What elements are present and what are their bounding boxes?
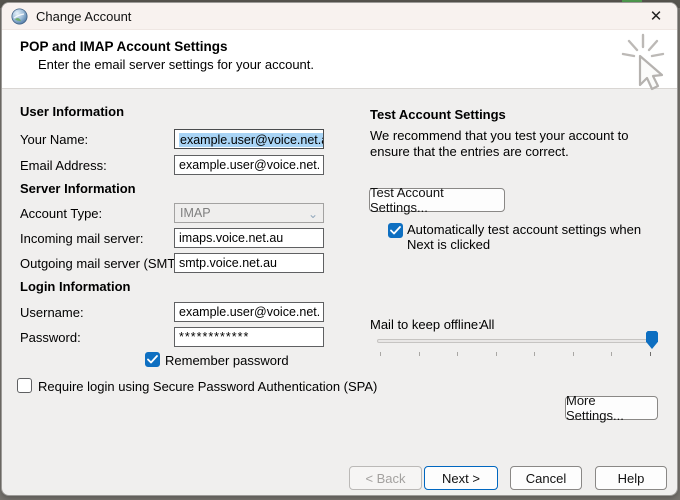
remember-password-checkbox[interactable] [145, 352, 160, 367]
slider-tick [496, 352, 497, 356]
remember-password-label[interactable]: Remember password [165, 353, 289, 368]
test-account-settings-button[interactable]: Test Account Settings... [369, 188, 505, 212]
close-icon[interactable]: ✕ [641, 5, 671, 27]
test-description: We recommend that you test your account … [370, 128, 666, 160]
back-button: < Back [349, 466, 422, 490]
mouse-cursor-click-graphic [612, 30, 674, 92]
outgoing-server-label: Outgoing mail server (SMTP): [20, 256, 192, 271]
section-server-information: Server Information [20, 181, 136, 196]
window-title: Change Account [36, 9, 131, 24]
spa-checkbox[interactable] [17, 378, 32, 393]
username-input[interactable] [174, 302, 324, 322]
account-type-value: IMAP [180, 206, 211, 220]
email-address-input[interactable] [174, 155, 324, 175]
check-icon [390, 226, 401, 235]
slider-tick [611, 352, 612, 356]
account-type-label: Account Type: [20, 206, 102, 221]
auto-test-label[interactable]: Automatically test account settings when… [407, 222, 669, 252]
your-name-label: Your Name: [20, 132, 88, 147]
auto-test-checkbox[interactable] [388, 223, 403, 238]
your-name-input[interactable]: example.user@voice.net.au [174, 129, 324, 149]
change-account-icon [11, 8, 28, 25]
page-title: POP and IMAP Account Settings [20, 39, 228, 54]
section-user-information: User Information [20, 104, 124, 119]
mail-offline-value: All [480, 317, 494, 332]
section-test-account-settings: Test Account Settings [370, 107, 506, 122]
slider-tick [419, 352, 420, 356]
help-button[interactable]: Help [595, 466, 667, 490]
password-label: Password: [20, 330, 81, 345]
slider-tick [650, 352, 651, 356]
section-login-information: Login Information [20, 279, 130, 294]
email-address-label: Email Address: [20, 158, 107, 173]
slider-tick [457, 352, 458, 356]
check-icon [147, 355, 158, 364]
spa-label[interactable]: Require login using Secure Password Auth… [38, 379, 377, 394]
incoming-server-label: Incoming mail server: [20, 231, 144, 246]
mail-offline-slider-track[interactable] [377, 339, 657, 343]
next-button[interactable]: Next > [424, 466, 498, 490]
page-subtitle: Enter the email server settings for your… [38, 57, 314, 72]
outgoing-server-input[interactable] [174, 253, 324, 273]
slider-tick [380, 352, 381, 356]
password-input[interactable] [174, 327, 324, 347]
chevron-down-icon: ⌄ [308, 207, 318, 221]
more-settings-button[interactable]: More Settings... [565, 396, 658, 420]
username-label: Username: [20, 305, 84, 320]
slider-tick [534, 352, 535, 356]
your-name-selected-text: example.user@voice.net.au [179, 133, 324, 147]
mail-offline-label: Mail to keep offline: [370, 317, 482, 332]
slider-tick [573, 352, 574, 356]
cancel-button[interactable]: Cancel [510, 466, 582, 490]
account-type-select: IMAP ⌄ [174, 203, 324, 223]
incoming-server-input[interactable] [174, 228, 324, 248]
